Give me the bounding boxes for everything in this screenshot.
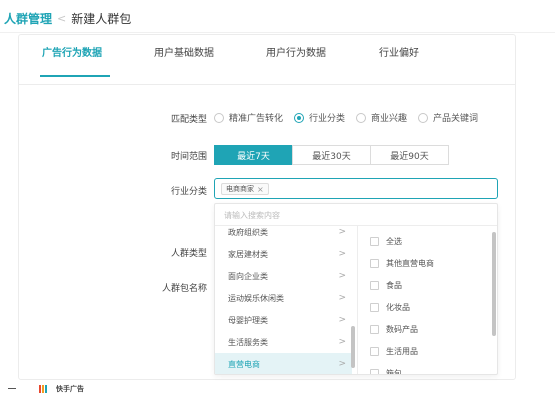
radio-business-interest[interactable]: 商业兴趣: [356, 111, 407, 124]
radio-circle-icon: [214, 112, 224, 123]
time-90-days-button[interactable]: 最近90天: [370, 145, 449, 165]
breadcrumb-current: 新建人群包: [71, 12, 132, 26]
radio-precise-conversion[interactable]: 精准广告转化: [214, 111, 283, 124]
header-divider: [0, 32, 555, 33]
subcategory-checkbox[interactable]: 箱包: [370, 364, 402, 375]
chevron-right-icon: >: [338, 271, 346, 281]
category-item[interactable]: 生活服务类 >: [215, 331, 352, 353]
subcategory-checkbox[interactable]: 化妆品: [370, 298, 410, 316]
category-label: 生活服务类: [228, 337, 268, 347]
chevron-right-icon: >: [338, 315, 346, 325]
category-item[interactable]: 家居建材类 >: [215, 243, 352, 265]
checkbox-icon: [370, 302, 379, 312]
time-range-segmented: 最近7天 最近30天 最近90天: [214, 145, 449, 165]
industry-label: 行业分类: [170, 187, 207, 197]
tab-ad-behavior[interactable]: 广告行为数据: [42, 44, 102, 59]
category-column: 政府组织类 > 家居建材类 > 面向企业类 > 运动娱乐休闲类 > 母婴护理类 …: [215, 226, 358, 374]
category-label: 政府组织类: [228, 227, 268, 237]
radio-industry-category[interactable]: 行业分类: [294, 111, 345, 124]
tabs-divider: [18, 84, 516, 85]
chevron-right-icon: >: [338, 293, 346, 303]
checkbox-icon: [370, 324, 379, 334]
tag-close-icon[interactable]: ×: [257, 185, 264, 194]
tab-bar: 广告行为数据 用户基础数据 用户行为数据 行业偏好: [18, 44, 516, 77]
subcategory-label: 全选: [386, 236, 402, 246]
time-7-days-button[interactable]: 最近7天: [214, 145, 293, 165]
subcategory-label: 生活用品: [386, 346, 418, 356]
subcategory-label: 数码产品: [386, 324, 418, 334]
chevron-right-icon: >: [338, 249, 346, 259]
category-item[interactable]: 面向企业类 >: [215, 265, 352, 287]
audience-type-label: 人群类型: [170, 249, 207, 259]
radio-label: 商业兴趣: [371, 114, 408, 124]
category-label: 面向企业类: [228, 271, 268, 281]
footer-brand: 快手广告: [56, 385, 84, 393]
radio-circle-icon: [418, 112, 429, 123]
time-range-label: 时间范围: [170, 152, 207, 162]
tag-label: 电商商家: [226, 185, 254, 193]
cascader-search-input[interactable]: 请输入搜索内容: [215, 204, 497, 226]
subcategory-checkbox[interactable]: 生活用品: [370, 342, 418, 360]
industry-cascader-dropdown: 请输入搜索内容 政府组织类 > 家居建材类 > 面向企业类 > 运动娱乐休闲类 …: [214, 203, 498, 375]
checkbox-icon: [370, 346, 379, 356]
category-item[interactable]: 母婴护理类 >: [215, 309, 352, 331]
checkbox-icon: [370, 368, 379, 374]
chevron-right-icon: >: [338, 227, 346, 237]
breadcrumb: 人群管理 < 新建人群包: [4, 10, 131, 27]
radio-label: 行业分类: [309, 114, 346, 124]
category-item[interactable]: 运动娱乐休闲类 >: [215, 287, 352, 309]
selected-tag: 电商商家 ×: [221, 183, 269, 195]
industry-tag-input[interactable]: 电商商家 ×: [214, 178, 498, 199]
kuaishou-logo-icon: [39, 385, 49, 393]
subcategory-label: 其他直营电商: [386, 258, 434, 268]
category-scrollbar[interactable]: [351, 326, 355, 368]
radio-circle-icon: [356, 112, 367, 123]
category-label: 家居建材类: [228, 249, 268, 259]
match-type-radio-group: 精准广告转化 行业分类 商业兴趣 产品关键词: [214, 111, 478, 124]
subcategory-checkbox[interactable]: 全选: [370, 232, 402, 250]
chevron-right-icon: >: [338, 337, 346, 347]
page: 人群管理 < 新建人群包 广告行为数据 用户基础数据 用户行为数据 行业偏好 匹…: [0, 0, 555, 394]
subcategory-checkbox[interactable]: 数码产品: [370, 320, 418, 338]
checkbox-icon: [370, 258, 379, 268]
radio-product-keyword[interactable]: 产品关键词: [418, 111, 478, 124]
footer: 快手广告: [0, 384, 555, 394]
subcategory-checkbox[interactable]: 食品: [370, 276, 402, 294]
tab-user-basic[interactable]: 用户基础数据: [154, 44, 214, 59]
checkbox-icon: [370, 280, 379, 290]
category-label: 母婴护理类: [228, 315, 268, 325]
subcategory-scrollbar[interactable]: [492, 232, 496, 336]
footer-divider: [8, 388, 16, 389]
category-item-selected[interactable]: 直营电商 >: [215, 353, 352, 374]
breadcrumb-root-link[interactable]: 人群管理: [4, 10, 52, 27]
subcategory-checkbox[interactable]: 其他直营电商: [370, 254, 434, 272]
tab-industry-preference[interactable]: 行业偏好: [379, 44, 419, 59]
tab-user-behavior[interactable]: 用户行为数据: [266, 44, 326, 59]
breadcrumb-separator: <: [57, 12, 67, 25]
subcategory-column: 全选 其他直营电商 食品 化妆品 数码产品 生活用品 箱包: [359, 226, 497, 375]
category-label: 运动娱乐休闲类: [228, 293, 284, 303]
category-item[interactable]: 政府组织类 >: [215, 226, 352, 243]
category-label: 直营电商: [228, 359, 260, 369]
package-name-label: 人群包名称: [161, 284, 207, 294]
radio-circle-checked-icon: [294, 112, 305, 123]
subcategory-label: 化妆品: [386, 302, 410, 312]
radio-label: 产品关键词: [433, 114, 479, 124]
radio-label: 精准广告转化: [229, 114, 284, 124]
active-tab-indicator: [40, 75, 110, 77]
time-30-days-button[interactable]: 最近30天: [292, 145, 371, 165]
checkbox-icon: [370, 236, 379, 246]
subcategory-label: 食品: [386, 280, 402, 290]
match-type-label: 匹配类型: [170, 115, 207, 125]
chevron-right-icon: >: [338, 359, 346, 369]
subcategory-label: 箱包: [386, 368, 402, 375]
